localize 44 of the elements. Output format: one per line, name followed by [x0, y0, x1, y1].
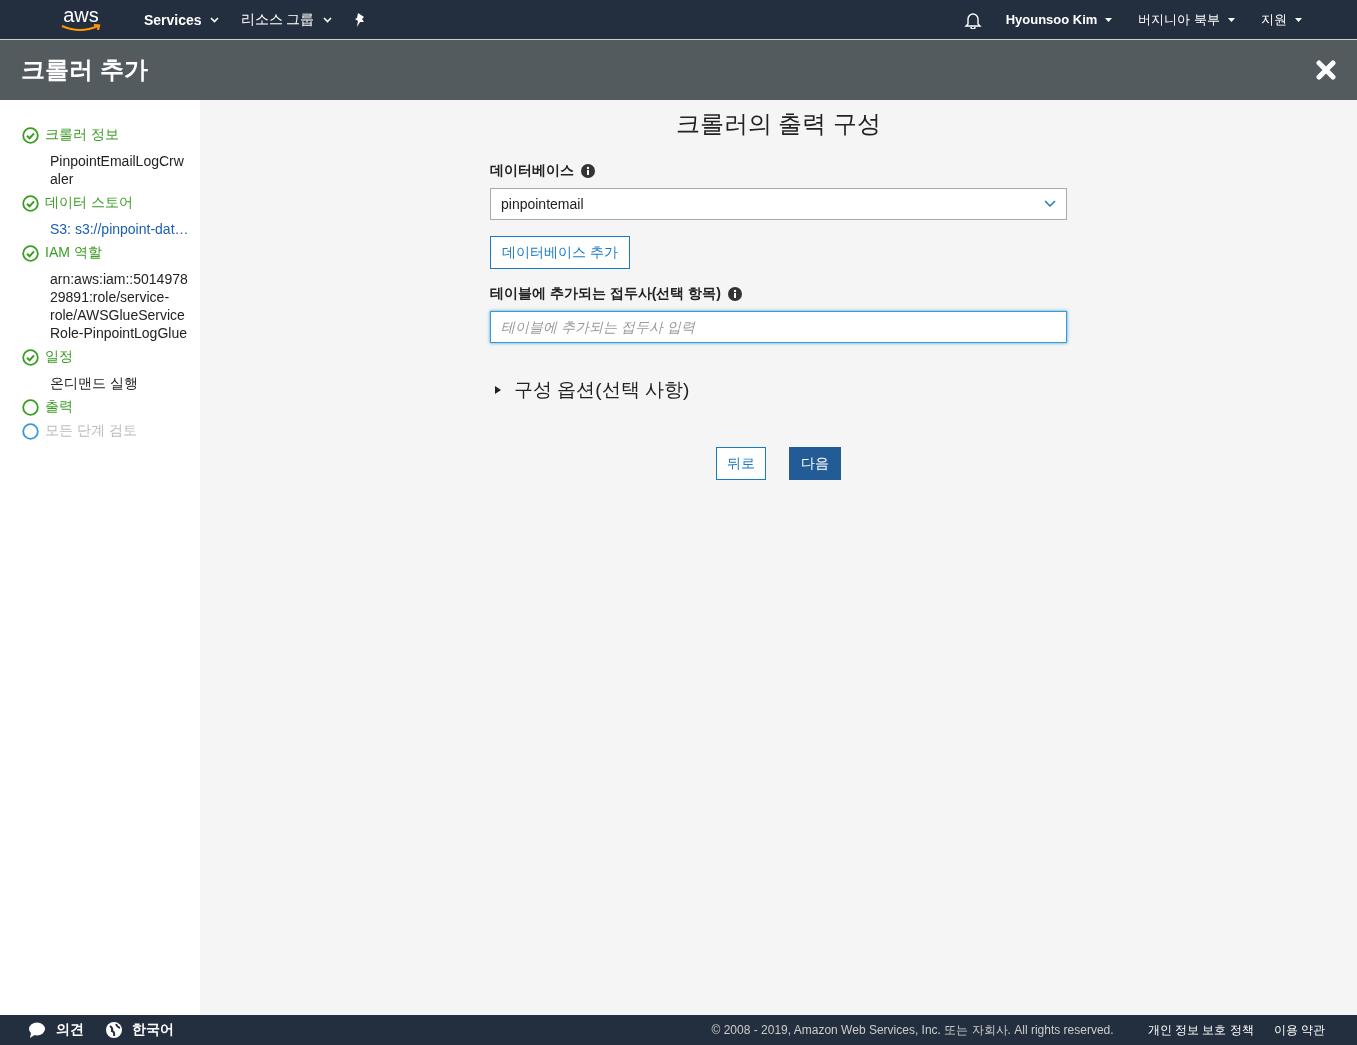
chevron-down-icon	[1044, 200, 1056, 208]
info-icon[interactable]	[728, 287, 742, 301]
next-button[interactable]: 다음	[789, 447, 841, 480]
database-select[interactable]: pinpointemail	[490, 188, 1067, 220]
bell-icon[interactable]	[963, 10, 982, 29]
feedback-link[interactable]: 의견	[56, 1021, 84, 1039]
caret-down-icon	[1228, 17, 1235, 22]
user-menu[interactable]: Hyounsoo Kim	[1005, 12, 1113, 27]
smile-arrow-icon	[60, 23, 102, 34]
info-icon[interactable]	[581, 164, 595, 178]
caret-down-icon	[1295, 17, 1302, 22]
step-detail-link[interactable]: S3: s3://pinpoint-dat…	[22, 220, 188, 238]
config-options-toggle[interactable]: 구성 옵션(선택 사항)	[514, 377, 690, 403]
step-label[interactable]: 일정	[45, 348, 73, 366]
globe-icon[interactable]	[106, 1022, 122, 1038]
pin-icon[interactable]	[353, 12, 366, 27]
field-label: 데이터베이스	[490, 162, 574, 180]
caret-down-icon	[1105, 17, 1113, 22]
language-selector[interactable]: 한국어	[132, 1021, 174, 1039]
step-detail: 온디맨드 실행	[49, 374, 139, 392]
close-icon[interactable]	[1316, 60, 1336, 80]
speech-bubble-icon[interactable]	[28, 1022, 46, 1038]
add-database-button[interactable]: 데이터베이스 추가	[490, 236, 630, 269]
copyright-text: © 2008 - 2019, Amazon Web Services, Inc. 또는 자회사. All rights reserved.	[711, 1021, 1114, 1039]
step-label[interactable]: 크롤러 정보	[45, 126, 119, 144]
resource-groups-menu[interactable]: 리소스 그룹	[240, 10, 332, 29]
chevron-down-icon	[322, 16, 332, 23]
step-detail: arn:aws:iam::501497829891:role/service-role/AWSGlueServiceRole-PinpointLogGlue	[49, 270, 188, 342]
chevron-down-icon	[209, 16, 219, 23]
expand-triangle-icon[interactable]	[494, 385, 502, 395]
section-heading: 크롤러의 출력 구성	[675, 109, 882, 139]
step-label[interactable]: IAM 역할	[45, 244, 102, 262]
step-label[interactable]: 데이터 스토어	[45, 194, 133, 212]
services-menu[interactable]: Services	[144, 11, 219, 28]
region-menu[interactable]: 버지니아 북부	[1138, 10, 1235, 29]
step-detail: PinpointEmailLogCrwaler	[49, 152, 185, 188]
page-title: 크롤러 추가	[21, 55, 148, 85]
logo-text[interactable]: aws	[63, 5, 99, 24]
prefix-input[interactable]: 테이블에 추가되는 접두사 입력	[490, 311, 1067, 343]
back-button[interactable]: 뒤로	[716, 447, 766, 480]
field-label: 테이블에 추가되는 접두사(선택 항목)	[490, 285, 721, 303]
privacy-link[interactable]: 개인 정보 보호 정책	[1147, 1021, 1254, 1039]
terms-link[interactable]: 이용 약관	[1273, 1021, 1325, 1039]
support-menu[interactable]: 지원	[1261, 10, 1302, 29]
